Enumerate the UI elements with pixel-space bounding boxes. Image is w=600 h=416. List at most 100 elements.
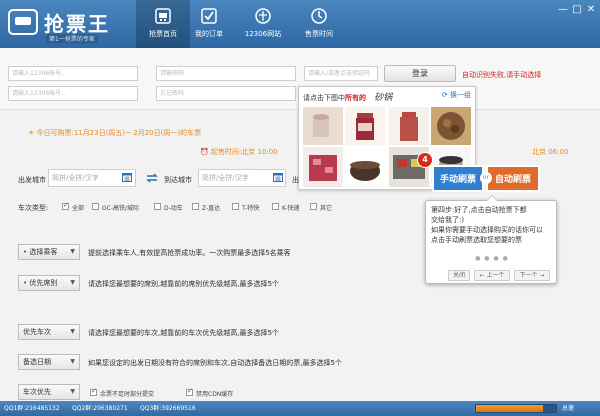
tutorial-next-button[interactable]: 下一个 → [514, 270, 550, 281]
alarm-icon: ☀ [28, 129, 37, 137]
chevron-down-icon: ▼ [70, 328, 75, 335]
tab-12306[interactable]: 12306网站 [236, 0, 290, 48]
login-button[interactable]: 登录 [384, 65, 456, 82]
close-icon[interactable]: ✕ [584, 4, 598, 16]
tutorial-line-3: 如果你需要手动选择购买的话你可以 [431, 226, 543, 234]
meat-image[interactable] [303, 147, 343, 187]
right-time-label: 北京 06:00 [532, 148, 569, 156]
pot-image[interactable] [345, 147, 385, 187]
tutorial-line-2: 交给我了:) [431, 216, 465, 224]
tutorial-close-button[interactable]: 关闭 [448, 270, 470, 281]
purchase-text: 今日可购票:11月23日(周五)~ 2月20日(周一)的车票 [36, 129, 202, 137]
checkbox-other[interactable] [310, 203, 317, 210]
qq-group-1[interactable]: QQ1群:216485132 [4, 401, 60, 416]
checkbox-d[interactable] [154, 203, 161, 210]
tab-12306-label: 12306网站 [244, 30, 282, 38]
checkbox-all[interactable] [62, 201, 69, 210]
tutorial-pager-dots: ● ● ● ● [475, 255, 509, 262]
tab-sale-time-label: 售票时间 [305, 30, 333, 38]
clock-icon [311, 8, 327, 24]
train-type-d: D-动车 [164, 205, 183, 212]
cup-image[interactable] [303, 107, 343, 145]
tutorial-line-1: 第四步:好了,点击自动抢票下都 [431, 206, 527, 214]
account-input[interactable]: 请输入12306账号... [8, 66, 138, 81]
captcha-word: 砂锅 [374, 93, 393, 103]
checkbox-no-submit-partial[interactable] [90, 387, 97, 396]
tab-sale-time[interactable]: 售票时间 [292, 0, 346, 48]
or-separator: or [480, 172, 492, 184]
sale-start-label: 起售时间:北京 10:00 [210, 148, 278, 156]
clock-small-icon: ⏰ [200, 148, 211, 156]
checkbox-t[interactable] [232, 203, 239, 210]
refresh-icon: ⟳ [441, 91, 450, 99]
app-brand: 抢票王 [44, 12, 110, 36]
train-select[interactable]: 优先车次 ▼ [18, 324, 80, 340]
progress-bar [475, 404, 557, 413]
from-city-label: 出发城市 [18, 176, 46, 184]
checkbox-k[interactable] [272, 203, 279, 210]
captcha-refresh-button[interactable]: ⟳ 换一组 [442, 90, 471, 100]
chevron-down-icon: ▼ [70, 248, 75, 255]
swap-icon[interactable] [146, 172, 158, 184]
manual-refresh-button[interactable]: 手动刷票 [432, 165, 484, 192]
app-logo: 抢票王 第1一抢票的专家 [8, 6, 128, 43]
train-priority-label: 车次优先 [23, 388, 51, 396]
train-priority-select[interactable]: 车次优先 ▼ [18, 384, 80, 400]
disable-cdn-label: 禁用CDN缓存 [196, 391, 234, 398]
train-type-all: 全部 [72, 205, 85, 212]
auto-refresh-button[interactable]: 自动刷票 [486, 165, 540, 192]
calendar-icon[interactable] [122, 173, 132, 182]
sale-start-info: ⏰ 起售时间:北京 10:00 [200, 147, 278, 157]
date-label: 出 [292, 176, 299, 184]
train-type-z: Z-直达 [202, 205, 221, 212]
password-input-2[interactable]: 忘记密码 [156, 86, 296, 101]
app-slogan: 第1一抢票的专家 [46, 34, 98, 43]
home-icon [155, 8, 171, 24]
seat-select[interactable]: • 优先席别 ▼ [18, 275, 80, 291]
globe-icon [255, 8, 271, 24]
maximize-icon[interactable]: □ [570, 4, 584, 16]
chevron-down-icon: ▼ [70, 358, 75, 365]
tab-orders-label: 我的订单 [195, 30, 223, 38]
jar-image[interactable] [389, 107, 429, 145]
progress-label: 总速度:0.84% [562, 405, 575, 412]
train-tip: 请选择您最想要的车次,越靠前的车次优先级越高,最多选择5个 [88, 329, 279, 337]
tutorial-tooltip: 第四步:好了,点击自动抢票下都 交给我了:) 如果你需要手动选择购买的话你可以 … [425, 195, 557, 284]
tutorial-prev-button[interactable]: ← 上一个 [474, 270, 510, 281]
title-bar: 抢票王 第1一抢票的专家 抢票首页 我的订单 12306网站 售票时间 — □ … [0, 0, 600, 48]
train-type-k: K-快速 [282, 205, 300, 212]
jam-jar-image[interactable] [345, 107, 385, 145]
tab-orders[interactable]: 我的订单 [182, 0, 236, 48]
train-type-other: 其它 [320, 205, 333, 212]
status-bar: QQ1群:216485132 QQ2群:206380271 QQ3群:39266… [0, 401, 600, 416]
password-input[interactable]: 请输密码 [156, 66, 296, 81]
chevron-down-icon: ▼ [70, 279, 75, 286]
qq-group-3[interactable]: QQ3群:392669516 [140, 401, 196, 416]
checkbox-gc[interactable] [92, 203, 99, 210]
checkbox-z[interactable] [192, 203, 199, 210]
captcha-refresh-label: 换一组 [450, 91, 471, 99]
step-badge: 4 [417, 152, 433, 168]
captcha-input[interactable]: 请输入/或者点击验证码 [304, 66, 378, 81]
minimize-icon[interactable]: — [556, 4, 570, 16]
seat-tip: 请选择您最想要的席别,越靠前的席别优先级越高,最多选择5个 [88, 280, 279, 288]
tutorial-line-4: 点击手动刷票选取您想要的票 [431, 236, 522, 244]
no-submit-partial-label: 余票不足时部分提交 [100, 391, 155, 398]
captcha-prompt-highlight: 所有的 [345, 94, 366, 102]
purchase-info: ☀ 今日可购票:11月23日(周五)~ 2月20日(周一)的车票 [28, 128, 201, 138]
calendar-icon-2[interactable] [273, 173, 283, 182]
captcha-prompt: 请点击下图中 [303, 94, 345, 102]
qq-group-2[interactable]: QQ2群:206380271 [72, 401, 128, 416]
passenger-select[interactable]: • 选择乘客 ▼ [18, 244, 80, 260]
seat-select-label: 优先席别 [29, 279, 58, 287]
checkbox-disable-cdn[interactable] [186, 387, 193, 396]
passenger-tip: 提前选择乘车人,有效提高抢票成功率。一次购票最多选择5名乘客 [88, 249, 291, 257]
food-bowl-image[interactable] [431, 107, 471, 145]
progress-fill [476, 405, 544, 412]
train-type-label: 车次类型: [18, 204, 49, 212]
chevron-down-icon: ▼ [70, 388, 75, 395]
to-city-label: 到达城市 [164, 176, 192, 184]
account-input-2[interactable]: 请输入12306账号... [8, 86, 138, 101]
backup-date-select[interactable]: 备选日期 ▼ [18, 354, 80, 370]
train-type-t: T-特快 [242, 205, 260, 212]
